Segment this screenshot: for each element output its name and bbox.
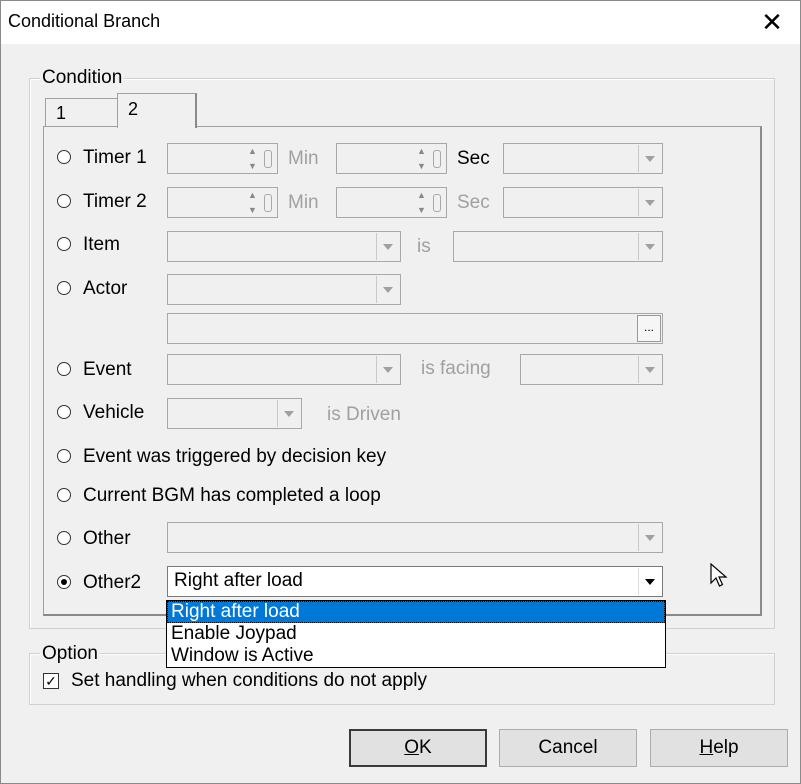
event-direction-dropdown[interactable] bbox=[520, 354, 663, 385]
vehicle-label: Vehicle bbox=[83, 402, 145, 423]
item-label: Item bbox=[83, 234, 120, 255]
item-radio[interactable] bbox=[57, 237, 71, 251]
event-dropdown[interactable] bbox=[167, 354, 401, 385]
timer1-min-label: Min bbox=[288, 148, 319, 169]
cancel-button[interactable]: Cancel bbox=[499, 729, 637, 767]
list-item[interactable]: Window is Active bbox=[167, 645, 665, 667]
vehicle-radio[interactable] bbox=[57, 405, 71, 419]
condition-legend: Condition bbox=[40, 67, 125, 89]
ok-label-rest: K bbox=[419, 737, 432, 758]
window-title: Conditional Branch bbox=[8, 11, 161, 31]
tab-1[interactable]: 1 bbox=[45, 98, 118, 127]
close-icon[interactable]: ✕ bbox=[755, 6, 789, 38]
tab-2[interactable]: 2 bbox=[117, 93, 197, 128]
timer1-radio[interactable] bbox=[57, 150, 71, 164]
other2-dropdown[interactable]: Right after load bbox=[167, 566, 663, 597]
spinner-arrows-icon[interactable] bbox=[415, 189, 445, 216]
timer1-sec-label: Sec bbox=[457, 148, 490, 169]
timer2-min-spinner[interactable] bbox=[167, 187, 278, 218]
item-state-dropdown[interactable] bbox=[453, 231, 663, 262]
bgm-loop-label: Current BGM has completed a loop bbox=[83, 485, 381, 506]
other2-selected-value: Right after load bbox=[174, 570, 303, 591]
chevron-down-icon[interactable] bbox=[376, 233, 399, 260]
tab-1-label: 1 bbox=[56, 103, 67, 123]
list-item[interactable]: Enable Joypad bbox=[167, 623, 665, 645]
list-item[interactable]: Right after load bbox=[167, 601, 665, 623]
ok-button[interactable]: OK bbox=[349, 729, 487, 767]
handling-checkbox-label: Set handling when conditions do not appl… bbox=[71, 670, 427, 691]
other2-label: Other2 bbox=[83, 572, 142, 593]
other-dropdown[interactable] bbox=[167, 522, 663, 553]
chevron-down-icon[interactable] bbox=[638, 145, 661, 172]
mouse-cursor-icon bbox=[710, 563, 728, 587]
handling-checkbox[interactable]: ✓ bbox=[43, 673, 59, 689]
timer2-sec-label: Sec bbox=[457, 192, 490, 213]
item-is-label: is bbox=[417, 236, 431, 257]
decision-key-label: Event was triggered by decision key bbox=[83, 446, 387, 467]
other2-dropdown-list: Right after load Enable Joypad Window is… bbox=[166, 600, 666, 668]
timer2-label: Timer 2 bbox=[83, 191, 147, 212]
chevron-down-icon[interactable] bbox=[638, 356, 661, 383]
timer1-min-spinner[interactable] bbox=[167, 143, 278, 174]
other2-radio[interactable] bbox=[57, 575, 71, 589]
item-dropdown[interactable] bbox=[167, 231, 401, 262]
timer1-sec-dropdown[interactable] bbox=[503, 143, 663, 174]
actor-label: Actor bbox=[83, 278, 128, 299]
actor-condition-field[interactable]: ... bbox=[167, 313, 663, 344]
other-label: Other bbox=[83, 528, 131, 549]
chevron-down-icon[interactable] bbox=[638, 524, 661, 551]
chevron-down-icon[interactable] bbox=[277, 400, 300, 427]
help-label-rest: elp bbox=[713, 737, 739, 758]
other-radio[interactable] bbox=[57, 531, 71, 545]
tab-2-label: 2 bbox=[128, 99, 139, 119]
event-radio[interactable] bbox=[57, 362, 71, 376]
chevron-down-icon[interactable] bbox=[376, 276, 399, 303]
timer1-sec-spinner[interactable] bbox=[336, 143, 447, 174]
event-label: Event bbox=[83, 359, 132, 380]
spinner-arrows-icon[interactable] bbox=[415, 145, 445, 172]
vehicle-is-driven-label: is Driven bbox=[327, 404, 401, 425]
timer1-label: Timer 1 bbox=[83, 147, 147, 168]
timer2-sec-dropdown[interactable] bbox=[503, 187, 663, 218]
chevron-down-icon[interactable] bbox=[638, 189, 661, 216]
chevron-down-icon[interactable] bbox=[638, 568, 661, 595]
ellipsis-icon[interactable]: ... bbox=[637, 315, 661, 342]
vehicle-dropdown[interactable] bbox=[167, 398, 302, 429]
chevron-down-icon[interactable] bbox=[638, 233, 661, 260]
ok-mnemonic: O bbox=[404, 737, 420, 758]
help-mnemonic: H bbox=[699, 737, 714, 758]
spinner-arrows-icon[interactable] bbox=[246, 145, 276, 172]
decision-key-radio[interactable] bbox=[57, 449, 71, 463]
timer2-radio[interactable] bbox=[57, 194, 71, 208]
event-is-facing-label: is facing bbox=[421, 358, 491, 379]
timer2-min-label: Min bbox=[288, 192, 319, 213]
option-legend: Option bbox=[40, 643, 100, 665]
timer2-sec-spinner[interactable] bbox=[336, 187, 447, 218]
spinner-arrows-icon[interactable] bbox=[246, 189, 276, 216]
actor-radio[interactable] bbox=[57, 281, 71, 295]
actor-dropdown[interactable] bbox=[167, 274, 401, 305]
help-button[interactable]: Help bbox=[650, 729, 788, 767]
bgm-loop-radio[interactable] bbox=[57, 488, 71, 502]
chevron-down-icon[interactable] bbox=[376, 356, 399, 383]
